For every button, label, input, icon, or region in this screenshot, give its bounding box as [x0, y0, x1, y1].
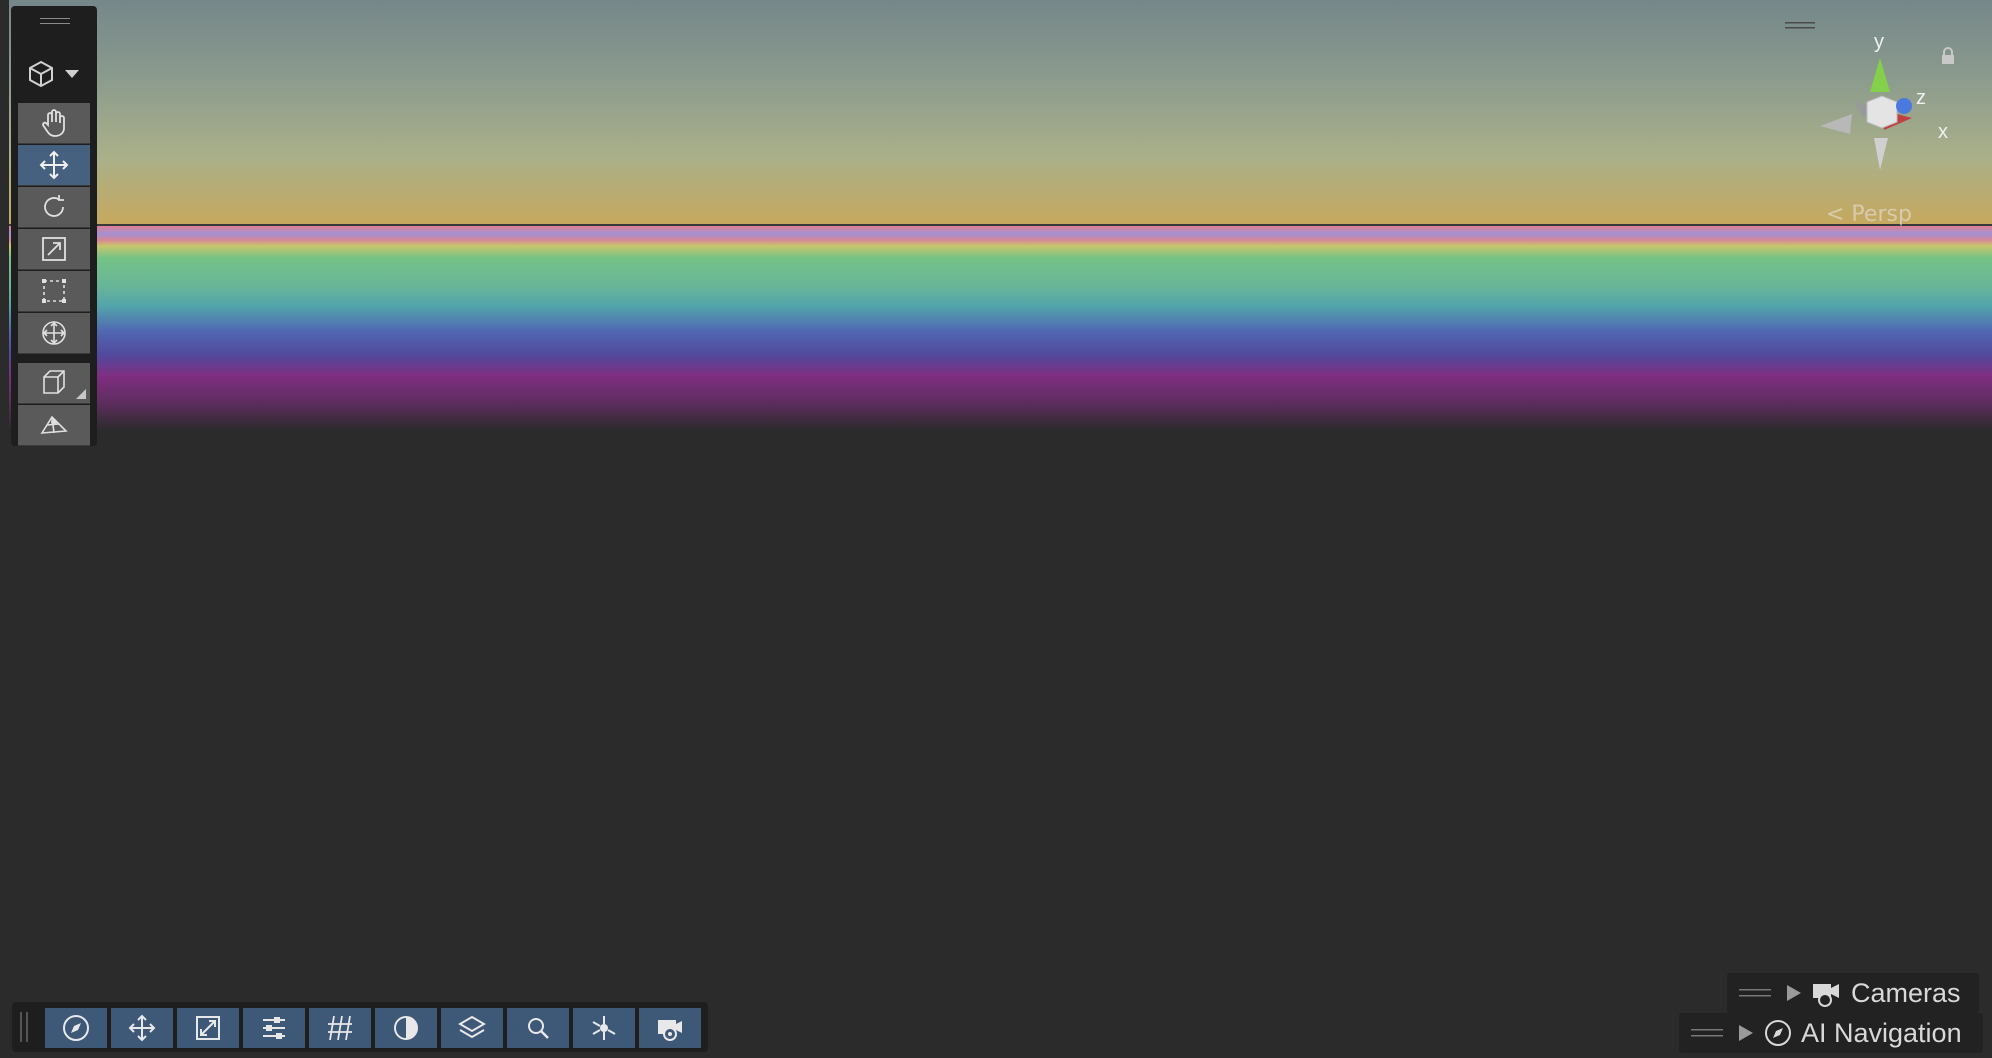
layers-icon [458, 1015, 486, 1039]
checker-ground [9, 226, 1992, 1058]
cameras-label: Cameras [1851, 977, 1961, 1008]
camera-visibility-icon [658, 1020, 682, 1041]
search-button[interactable] [507, 1008, 569, 1048]
gizmos-button[interactable] [573, 1008, 635, 1048]
drag-handle[interactable] [20, 1012, 22, 1042]
expand-arrow-icon[interactable] [1785, 983, 1803, 1003]
snap-icon [196, 1016, 220, 1040]
drag-handle[interactable] [40, 18, 70, 19]
rect-transform-icon [42, 279, 66, 303]
move-arrows-icon [128, 1014, 156, 1042]
navmesh-icon [40, 415, 68, 434]
custom-tool-button[interactable] [18, 363, 90, 404]
gizmo-negy-cone[interactable] [1874, 138, 1888, 170]
navmesh-tool-button[interactable] [18, 405, 90, 446]
orientation-button[interactable] [45, 1008, 107, 1048]
skybox [9, 0, 1992, 226]
view-tool-button[interactable] [18, 103, 90, 144]
pivot-button[interactable] [111, 1008, 173, 1048]
drag-handle-icon[interactable] [1739, 987, 1771, 999]
draw-mode-button[interactable] [441, 1008, 503, 1048]
gizmo-center-cube[interactable] [1866, 95, 1898, 129]
gizmo-negx-cone[interactable] [1820, 114, 1852, 134]
rotate-icon [44, 195, 64, 217]
drag-handle-icon[interactable] [1691, 1027, 1723, 1039]
scene-camera-button[interactable] [639, 1008, 701, 1048]
scene-view-toolbar [12, 1002, 708, 1052]
drag-handle[interactable] [40, 23, 70, 24]
compass-icon [1765, 1020, 1791, 1046]
hand-icon [42, 109, 65, 137]
cube-icon [29, 60, 53, 88]
transform-icon [42, 321, 66, 345]
transform-tool-button[interactable] [18, 313, 90, 354]
shading-sphere-icon [394, 1016, 418, 1040]
grid-icon [328, 1015, 352, 1041]
ai-navigation-overlay[interactable]: AI Navigation [1679, 1013, 1983, 1053]
snap-button[interactable] [177, 1008, 239, 1048]
expand-arrow-icon[interactable] [1737, 1023, 1755, 1043]
tools-overlay [11, 6, 97, 446]
move-arrows-icon [39, 150, 69, 180]
rect-tool-button[interactable] [18, 271, 90, 312]
orientation-gizmo[interactable]: y z x [1812, 30, 1962, 170]
shading-mode-button[interactable] [375, 1008, 437, 1048]
tool-settings-button[interactable] [243, 1008, 305, 1048]
camera-icon [1813, 984, 1839, 1007]
scale-tool-button[interactable] [18, 229, 90, 270]
horizon-line [9, 224, 1992, 226]
rotate-tool-button[interactable] [18, 187, 90, 228]
corner-indicator-icon [76, 389, 86, 399]
ai-navigation-label: AI Navigation [1801, 1017, 1962, 1048]
gizmo-y-label: y [1874, 31, 1884, 53]
chevron-down-icon [65, 70, 79, 78]
gizmos-icon [592, 1016, 616, 1040]
gizmo-x-label: x [1938, 121, 1948, 143]
projection-label[interactable]: < Persp [1826, 202, 1912, 227]
gizmo-z-label: z [1916, 87, 1926, 109]
scale-icon [42, 237, 66, 261]
move-tool-button[interactable] [18, 145, 90, 186]
drag-handle[interactable] [26, 1012, 28, 1042]
sliders-icon [263, 1017, 285, 1039]
search-icon [528, 1018, 549, 1039]
tool-context-dropdown[interactable] [26, 56, 86, 92]
scene-viewport[interactable] [9, 0, 1992, 1058]
grid-button[interactable] [309, 1008, 371, 1048]
overlay-menu-icon[interactable] [1785, 22, 1815, 32]
gizmo-y-cone[interactable] [1870, 58, 1890, 92]
compass-icon [63, 1015, 89, 1041]
gizmo-z-cone[interactable] [1896, 98, 1912, 114]
cube-outline-icon [43, 370, 65, 394]
cameras-overlay[interactable]: Cameras [1727, 973, 1979, 1013]
